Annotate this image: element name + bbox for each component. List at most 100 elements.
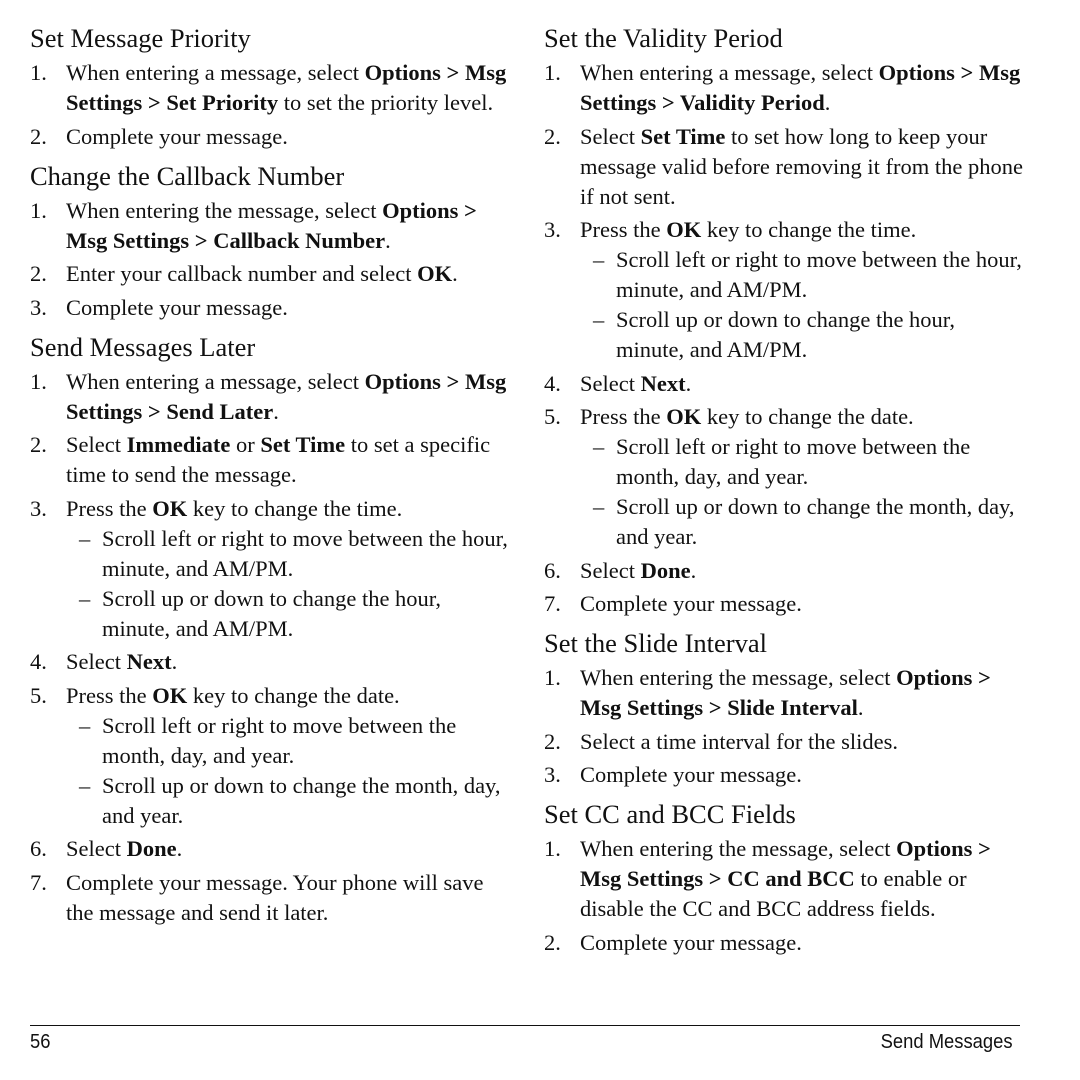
section-heading: Set Message Priority [30,23,251,53]
step-item: 2. Complete your message. [544,928,1024,958]
step-text: When entering the message, select Option… [580,836,991,921]
step-text-run: Complete your message. Your phone will s… [66,869,484,925]
step-number: 3. [544,762,561,787]
sub-step-text: Scroll left or right to move between the… [102,525,508,581]
step-number: 2. [544,123,561,149]
sub-step-text: Scroll up or down to change the month, d… [616,494,1015,549]
step-text-run: Select [66,836,127,861]
sub-step-item: – Scroll up or down to change the month, … [580,492,1024,552]
section-set-cc-and-bcc-fields: Set CC and BCC Fields 1. When entering the… [544,798,1024,958]
step-text-run: . [824,90,831,115]
step-text-run: . [385,227,391,253]
menu-path-label: Next [126,649,172,674]
step-text-run: Press the [66,682,153,708]
step-text: Select Immediate or Set Time to set a sp… [66,432,490,487]
sub-step-text: Scroll left or right to move between the… [102,712,457,768]
step-item: 3. Complete your message. [30,293,510,323]
menu-path-label: Done [640,557,691,583]
sub-steps-list: – Scroll left or right to move between th… [66,711,510,831]
step-text: Press the OK key to change the time. [580,217,916,242]
section-change-the-callback-number: Change the Callback Number 1. When enterin… [30,160,510,323]
sub-steps-list: – Scroll left or right to move between th… [66,524,510,644]
dash-bullet-icon: – [79,525,91,551]
step-item: 4. Select Next. [544,369,1024,399]
step-text-run: Select [66,432,127,457]
step-text-run: Select [66,649,127,674]
step-number: 2. [544,929,561,955]
step-text: Press the OK key to change the date. [580,404,914,429]
step-item: 6. Select Done. [544,556,1024,586]
step-text-run: Press the [580,217,667,242]
step-item: 1. When entering a message, select Option… [30,367,510,427]
step-text: Select Next. [580,371,691,396]
step-number: 1. [30,60,47,85]
step-text-run: to set the priority level. [278,90,494,115]
step-text-run: When entering a message, select [580,60,879,85]
step-text: Press the OK key to change the date. [66,683,400,708]
step-text: Select Done. [66,836,182,861]
step-text: Select Done. [580,558,696,583]
menu-path-label: Done [126,836,177,861]
menu-path-label: Next [640,370,686,396]
step-item: 3. Press the OK key to change the time. – S… [544,215,1024,365]
left-column: Set Message Priority 1. When entering a me… [30,22,510,931]
sub-step-text: Scroll left or right to move between the… [616,434,971,489]
menu-path-label: Immediate [126,432,231,457]
step-number: 2. [30,432,47,457]
section-heading: Set the Validity Period [544,23,783,53]
section-heading: Set the Slide Interval [544,628,767,658]
step-text: When entering the message, select Option… [580,665,991,720]
step-text-run: When entering the message, select [580,665,897,690]
menu-path-label: OK [666,217,702,242]
step-item: 1. When entering the message, select Opti… [544,834,1024,924]
step-text: Select Next. [66,649,177,674]
step-number: 1. [544,836,561,861]
section-set-message-priority: Set Message Priority 1. When entering a me… [30,22,510,152]
section-set-the-validity-period: Set the Validity Period 1. When entering a… [544,22,1024,619]
step-text: When entering a message, select Options … [580,60,1020,115]
step-item: 2. Select Immediate or Set Time to set a … [30,430,510,490]
step-text-run: Enter your callback number and select [66,261,418,286]
step-text-run: . [452,261,458,286]
step-text: Complete your message. [580,762,802,787]
step-item: 6. Select Done. [30,834,510,864]
step-item: 2. Select a time interval for the slides. [544,727,1024,757]
step-item: 1. When entering the message, select Opti… [544,663,1024,723]
menu-path-label: OK [152,682,188,708]
step-number: 2. [30,123,47,149]
step-text: When entering a message, select Options … [66,369,506,424]
step-text-run: When entering a message, select [66,368,365,394]
step-number: 6. [544,557,561,583]
page-number: 56 [30,1031,51,1053]
step-text-run: key to change the date. [187,682,400,708]
step-number: 3. [30,294,47,320]
sub-step-item: – Scroll up or down to change the month, … [66,771,510,831]
sub-step-item: – Scroll left or right to move between th… [580,245,1024,305]
dash-bullet-icon: – [79,585,91,611]
sub-step-item: – Scroll left or right to move between th… [66,711,510,771]
dash-bullet-icon: – [593,247,605,272]
menu-path-label: OK [417,261,453,286]
step-text: Select Set Time to set how long to keep … [580,124,1023,209]
step-item: 2. Select Set Time to set how long to kee… [544,122,1024,212]
menu-path-label: Set Time [640,123,726,149]
dash-bullet-icon: – [79,772,91,798]
step-text: Complete your message. [580,930,802,955]
step-text: Press the OK key to change the time. [66,496,402,521]
step-number: 7. [30,869,47,895]
footer-divider [30,1025,1020,1026]
step-text: Complete your message. [66,295,288,320]
section-send-messages-later: Send Messages Later 1. When entering a mes… [30,331,510,928]
step-text-run: . [176,836,183,861]
step-number: 5. [30,682,47,708]
section-heading: Change the Callback Number [30,160,345,191]
step-text-run: key to change the time. [187,495,403,521]
sub-steps-list: – Scroll left or right to move between th… [580,245,1024,365]
sub-step-text: Scroll left or right to move between the… [616,247,1022,302]
step-text-run: . [685,370,692,396]
step-text-run: When entering a message, select [66,60,365,85]
steps-list: 1. When entering the message, select Opti… [30,196,510,323]
step-item: 7. Complete your message. [544,589,1024,619]
step-text-run: . [690,557,697,583]
section-heading: Send Messages Later [30,331,256,362]
